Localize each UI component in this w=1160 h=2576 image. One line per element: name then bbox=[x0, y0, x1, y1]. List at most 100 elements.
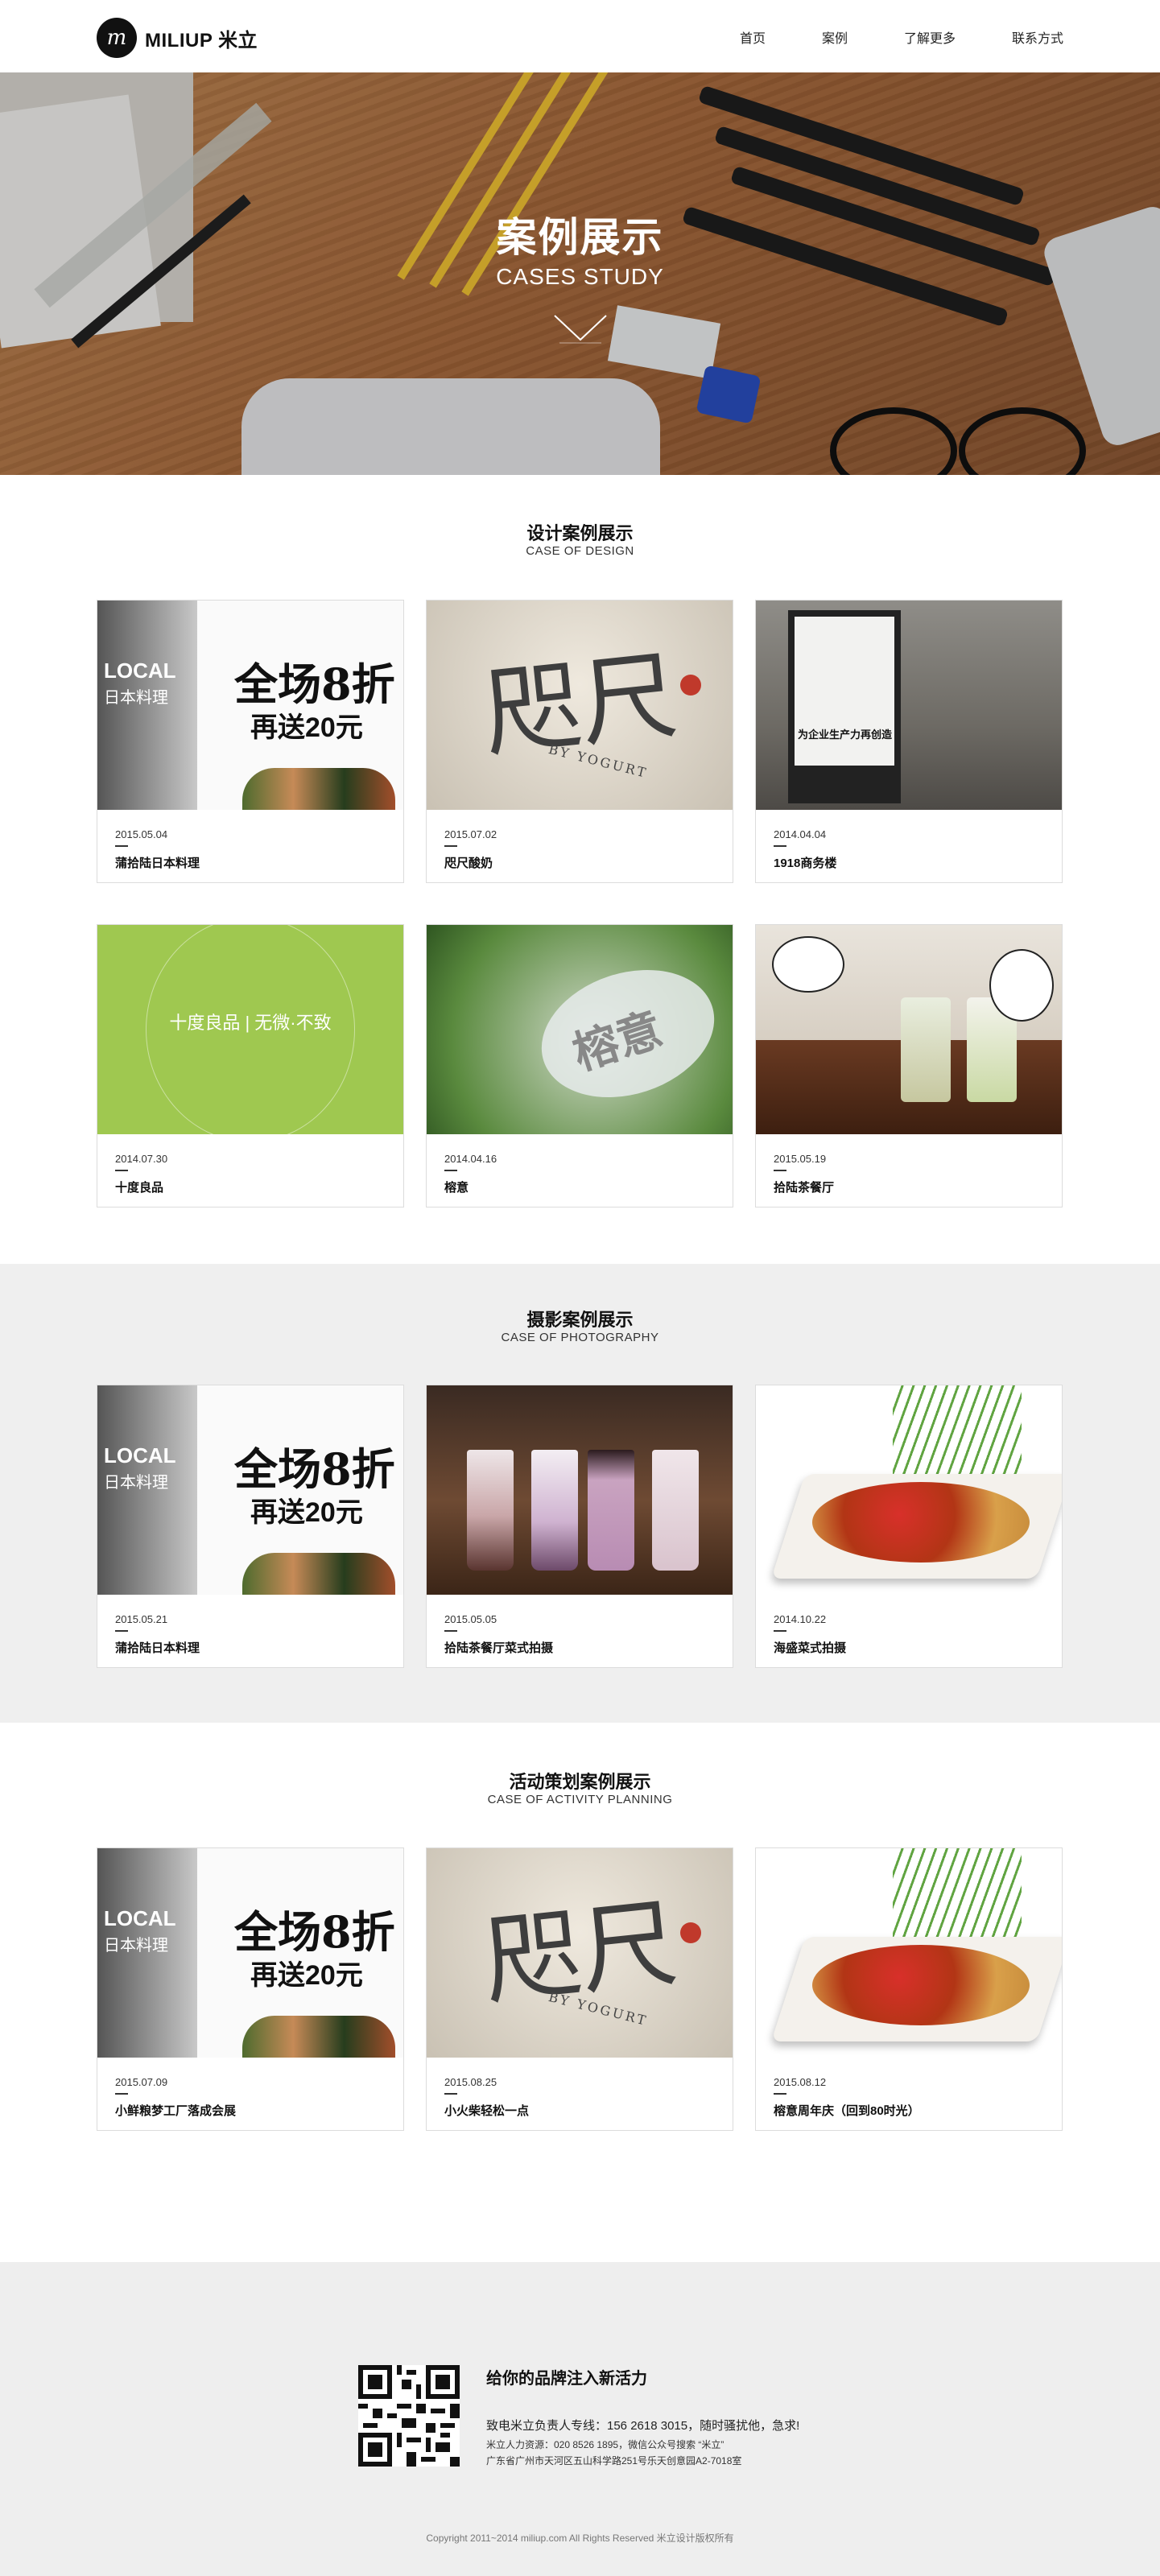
crab-dish-shape bbox=[812, 1945, 1030, 2025]
card-divider bbox=[444, 2093, 457, 2095]
design-card-6[interactable]: 2015.05.19 拾陆茶餐厅 bbox=[755, 924, 1063, 1208]
card-divider bbox=[774, 1170, 786, 1171]
card-title[interactable]: 咫尺酸奶 bbox=[444, 854, 493, 871]
card-date: 2014.10.22 bbox=[774, 1613, 827, 1625]
site-footer: 给你的品牌注入新活力 致电米立负责人专线：156 2618 3015，随时骚扰他… bbox=[0, 2262, 1160, 2576]
card-title[interactable]: 海盛菜式拍摄 bbox=[774, 1639, 846, 1656]
red-seal-icon bbox=[680, 675, 701, 696]
design-card-5[interactable]: 榕意 2014.04.16 榕意 bbox=[426, 924, 733, 1208]
hero-banner: 案例展示 CASES STUDY bbox=[0, 72, 1160, 475]
card-title[interactable]: 1918商务楼 bbox=[774, 854, 836, 871]
photo-card-3-image bbox=[756, 1385, 1062, 1595]
thumb-text: 再送20元 bbox=[250, 712, 363, 743]
logo[interactable]: m MILIUP 米立 bbox=[97, 18, 258, 58]
card-title[interactable]: 蒲拾陆日本料理 bbox=[115, 854, 200, 871]
design-card-4[interactable]: 十度良品 | 无微·不致 2014.07.30 十度良品 bbox=[97, 924, 404, 1208]
site-header: m MILIUP 米立 首页 案例 了解更多 联系方式 bbox=[0, 0, 1160, 72]
design-card-1[interactable]: LOCAL 日本料理 全场8折 再送20元 2015.05.04 蒲拾陆日本料理 bbox=[97, 600, 404, 883]
card-date: 2015.05.05 bbox=[444, 1613, 497, 1625]
speech-bubble-shape bbox=[772, 936, 844, 993]
card-divider bbox=[115, 845, 128, 847]
card-divider bbox=[444, 1630, 457, 1632]
card-date: 2014.04.04 bbox=[774, 828, 827, 840]
design-card-2-image: 咫尺 BY YOGURT bbox=[427, 601, 733, 810]
drink-glass-shape bbox=[588, 1450, 634, 1571]
copyright: Copyright 2011~2014 miliup.com All Right… bbox=[426, 2533, 734, 2544]
card-title[interactable]: 小鲜粮梦工厂落成会展 bbox=[115, 2102, 236, 2119]
design-card-3-image: 为企业生产力再创造 bbox=[756, 601, 1062, 810]
design-card-1-image: LOCAL 日本料理 全场8折 再送20元 bbox=[97, 601, 403, 810]
photo-card-2-image bbox=[427, 1385, 733, 1595]
logo-text: MILIUP 米立 bbox=[145, 29, 258, 52]
card-divider bbox=[774, 2093, 786, 2095]
photo-card-1-image: LOCAL 日本料理 全场8折 再送20元 bbox=[97, 1385, 403, 1595]
card-title[interactable]: 榕意周年庆（回到80时光） bbox=[774, 2102, 920, 2119]
logo-mark-icon: m bbox=[97, 18, 137, 58]
red-seal-icon bbox=[680, 1922, 701, 1943]
card-title[interactable]: 榕意 bbox=[444, 1179, 469, 1195]
card-date: 2014.07.30 bbox=[115, 1153, 168, 1165]
design-section-title: 设计案例展示 bbox=[526, 523, 634, 543]
design-card-3[interactable]: 为企业生产力再创造 2014.04.04 1918商务楼 bbox=[755, 600, 1063, 883]
thumb-text: 全场8折 bbox=[234, 1443, 395, 1495]
design-card-5-image: 榕意 bbox=[427, 925, 733, 1134]
card-title[interactable]: 十度良品 bbox=[115, 1179, 163, 1195]
drink-glass-shape bbox=[652, 1450, 699, 1571]
hero-title: 案例展示 bbox=[496, 215, 664, 260]
design-card-6-image bbox=[756, 925, 1062, 1134]
billboard-shape: 为企业生产力再创造 bbox=[788, 610, 901, 803]
nav-home[interactable]: 首页 bbox=[740, 27, 766, 47]
card-date: 2015.05.19 bbox=[774, 1153, 827, 1165]
activity-card-2-image: 咫尺 BY YOGURT bbox=[427, 1848, 733, 2058]
nav-about[interactable]: 了解更多 bbox=[904, 27, 956, 47]
footer-title: 给你的品牌注入新活力 bbox=[486, 2370, 647, 2388]
footer-hr-contact: 米立人力资源：020 8526 1895，微信公众号搜索 “米立” bbox=[486, 2439, 724, 2450]
card-divider bbox=[115, 1630, 128, 1632]
thumb-text: LOCAL bbox=[104, 1443, 176, 1468]
card-divider bbox=[444, 845, 457, 847]
thumb-text: 日本料理 bbox=[104, 1474, 168, 1492]
activity-card-3[interactable]: 2015.08.12 榕意周年庆（回到80时光） bbox=[755, 1847, 1063, 2131]
leaf-garnish-shape bbox=[893, 1385, 1022, 1474]
speech-bubble-shape bbox=[989, 949, 1054, 1022]
main-nav: 首页 案例 了解更多 联系方式 bbox=[683, 27, 1063, 47]
card-title[interactable]: 蒲拾陆日本料理 bbox=[115, 1639, 200, 1656]
sushi-food-shape bbox=[242, 768, 395, 810]
footer-address: 广东省广州市天河区五山科学路251号乐天创意园A2-7018室 bbox=[486, 2455, 742, 2467]
hero-subtitle: CASES STUDY bbox=[496, 264, 664, 289]
activity-section-subtitle: CASE OF ACTIVITY PLANNING bbox=[487, 1793, 673, 1806]
card-date: 2015.07.02 bbox=[444, 828, 497, 840]
drink-cup-shape bbox=[901, 997, 951, 1102]
photo-card-3[interactable]: 2014.10.22 海盛菜式拍摄 bbox=[755, 1385, 1063, 1668]
activity-card-2[interactable]: 咫尺 BY YOGURT 2015.08.25 小火柴轻松一点 bbox=[426, 1847, 733, 2131]
activity-section: 活动策划案例展示 CASE OF ACTIVITY PLANNING LOCAL… bbox=[0, 1723, 1160, 2262]
thumb-text: LOCAL bbox=[104, 1906, 176, 1930]
nav-cases[interactable]: 案例 bbox=[822, 27, 848, 47]
design-card-2[interactable]: 咫尺 BY YOGURT 2015.07.02 咫尺酸奶 bbox=[426, 600, 733, 883]
thumb-text: 全场8折 bbox=[234, 1906, 395, 1958]
card-title[interactable]: 拾陆茶餐厅 bbox=[774, 1179, 834, 1195]
card-divider bbox=[115, 1170, 128, 1171]
activity-card-1-image: LOCAL 日本料理 全场8折 再送20元 bbox=[97, 1848, 403, 2058]
design-card-4-image: 十度良品 | 无微·不致 bbox=[97, 925, 403, 1134]
thumb-text: 日本料理 bbox=[104, 1937, 168, 1955]
card-divider bbox=[774, 1630, 786, 1632]
activity-section-title: 活动策划案例展示 bbox=[509, 1772, 651, 1792]
scroll-down-chevron-icon[interactable] bbox=[553, 312, 608, 345]
activity-card-1[interactable]: LOCAL 日本料理 全场8折 再送20元 2015.07.09 小鲜粮梦工厂落… bbox=[97, 1847, 404, 2131]
card-title[interactable]: 拾陆茶餐厅菜式拍摄 bbox=[444, 1639, 553, 1656]
thumb-text: 全场8折 bbox=[234, 658, 395, 710]
design-section-subtitle: CASE OF DESIGN bbox=[526, 544, 634, 558]
card-divider bbox=[444, 1170, 457, 1171]
photo-card-2[interactable]: 2015.05.05 拾陆茶餐厅菜式拍摄 bbox=[426, 1385, 733, 1668]
sushi-food-shape bbox=[242, 2016, 395, 2058]
drink-glass-shape bbox=[531, 1450, 578, 1571]
card-title[interactable]: 小火柴轻松一点 bbox=[444, 2102, 529, 2119]
photography-section: 摄影案例展示 CASE OF PHOTOGRAPHY LOCAL 日本料理 全场… bbox=[0, 1264, 1160, 1723]
card-date: 2015.05.04 bbox=[115, 828, 168, 840]
photo-card-1[interactable]: LOCAL 日本料理 全场8折 再送20元 2015.05.21 蒲拾陆日本料理 bbox=[97, 1385, 404, 1668]
photography-section-subtitle: CASE OF PHOTOGRAPHY bbox=[501, 1331, 659, 1344]
crab-dish-shape bbox=[812, 1482, 1030, 1563]
nav-contact[interactable]: 联系方式 bbox=[1012, 27, 1063, 47]
card-date: 2015.08.12 bbox=[774, 2076, 827, 2088]
